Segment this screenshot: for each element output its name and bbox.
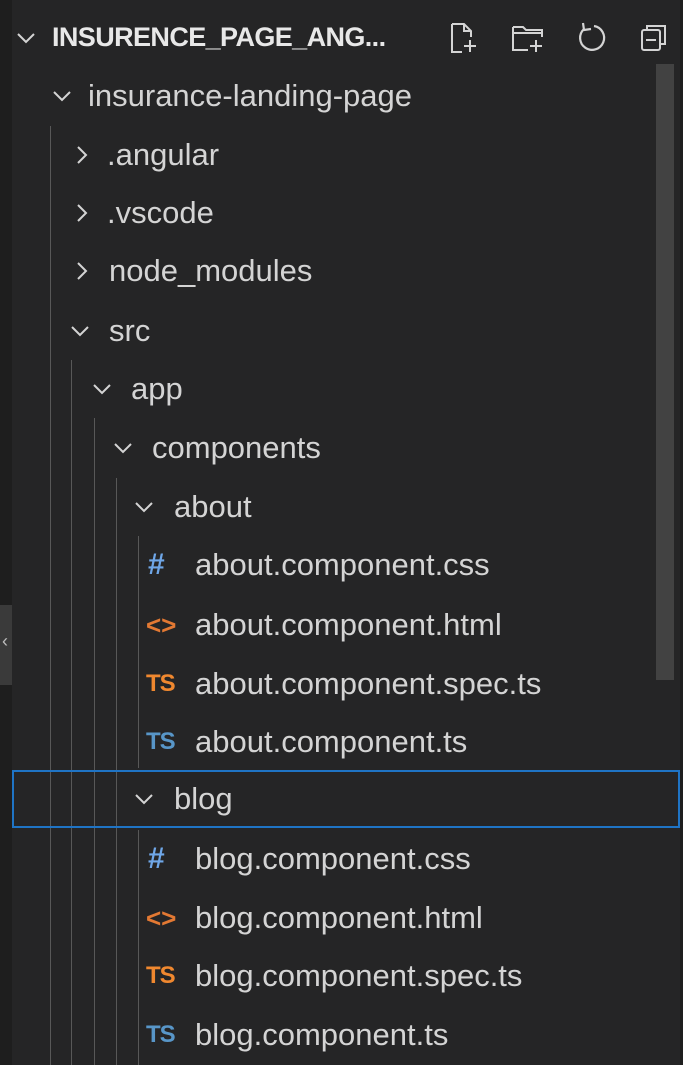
chevron-left-icon[interactable]: ‹: [2, 632, 8, 650]
tree-file-about-ts[interactable]: TS about.component.ts: [12, 713, 667, 771]
file-label: about.component.ts: [195, 724, 468, 759]
file-label: blog.component.ts: [195, 1017, 449, 1052]
tree-folder-vscode[interactable]: .vscode: [12, 184, 667, 242]
css-file-icon: #: [148, 842, 165, 875]
file-label: blog.component.css: [195, 841, 471, 876]
tree-file-blog-spec[interactable]: TS blog.component.spec.ts: [12, 947, 667, 1005]
chevron-down-icon: [135, 502, 153, 513]
tree-folder-app[interactable]: app: [12, 360, 667, 418]
tree-file-about-html[interactable]: <> about.component.html: [12, 596, 667, 654]
folder-label: src: [109, 313, 151, 348]
chevron-down-icon: [53, 91, 71, 102]
file-label: blog.component.spec.ts: [195, 958, 523, 993]
folder-label: .vscode: [107, 195, 214, 230]
chevron-right-icon: [77, 146, 88, 164]
explorer-panel: INSURENCE_PAGE_ANG... insurance-landing-…: [12, 0, 683, 1065]
chevron-down-icon[interactable]: [14, 26, 38, 50]
tree-folder-src[interactable]: src: [12, 302, 667, 360]
chevron-down-icon: [114, 443, 132, 454]
chevron-down-icon: [135, 794, 153, 805]
file-label: about.component.html: [195, 607, 502, 642]
new-folder-icon[interactable]: [510, 20, 546, 56]
file-label: about.component.css: [195, 547, 490, 582]
collapse-all-icon[interactable]: [636, 20, 672, 56]
folder-label: app: [131, 371, 183, 406]
folder-label: insurance-landing-page: [88, 78, 413, 113]
tree-file-about-spec[interactable]: TS about.component.spec.ts: [12, 655, 667, 713]
file-label: blog.component.html: [195, 900, 483, 935]
typescript-file-icon: TS: [146, 670, 176, 697]
folder-label: node_modules: [109, 253, 313, 288]
explorer-header[interactable]: INSURENCE_PAGE_ANG...: [12, 8, 683, 64]
chevron-down-icon: [93, 384, 111, 395]
chevron-down-icon: [71, 326, 89, 337]
tree-file-blog-ts[interactable]: TS blog.component.ts: [12, 1006, 667, 1064]
folder-label: .angular: [107, 137, 220, 172]
tree-file-blog-css[interactable]: # blog.component.css: [12, 830, 667, 888]
folder-label: components: [152, 430, 321, 465]
refresh-icon[interactable]: [574, 20, 610, 56]
chevron-right-icon: [77, 204, 88, 222]
typescript-file-icon: TS: [146, 1021, 176, 1048]
file-label: about.component.spec.ts: [195, 666, 542, 701]
typescript-file-icon: TS: [146, 962, 176, 989]
tree-folder-blog[interactable]: blog: [12, 770, 680, 828]
tree-file-about-css[interactable]: # about.component.css: [12, 536, 667, 594]
editor-edge: ‹: [0, 0, 12, 1065]
html-file-icon: <>: [146, 610, 177, 640]
html-file-icon: <>: [146, 903, 177, 933]
vertical-scrollbar[interactable]: [656, 64, 674, 680]
new-file-icon[interactable]: [444, 20, 480, 56]
tree-folder-about[interactable]: about: [12, 478, 667, 536]
css-file-icon: #: [148, 548, 165, 581]
tree-folder-components[interactable]: components: [12, 419, 667, 477]
tree-file-blog-html[interactable]: <> blog.component.html: [12, 889, 667, 947]
tree-folder-node-modules[interactable]: node_modules: [12, 242, 667, 300]
workspace-title[interactable]: INSURENCE_PAGE_ANG...: [52, 18, 386, 56]
typescript-file-icon: TS: [146, 728, 176, 755]
folder-label: blog: [174, 781, 233, 816]
tree-folder-root[interactable]: insurance-landing-page: [12, 67, 667, 125]
chevron-right-icon: [77, 262, 88, 280]
tree-folder-angular[interactable]: .angular: [12, 126, 667, 184]
folder-label: about: [174, 489, 252, 524]
